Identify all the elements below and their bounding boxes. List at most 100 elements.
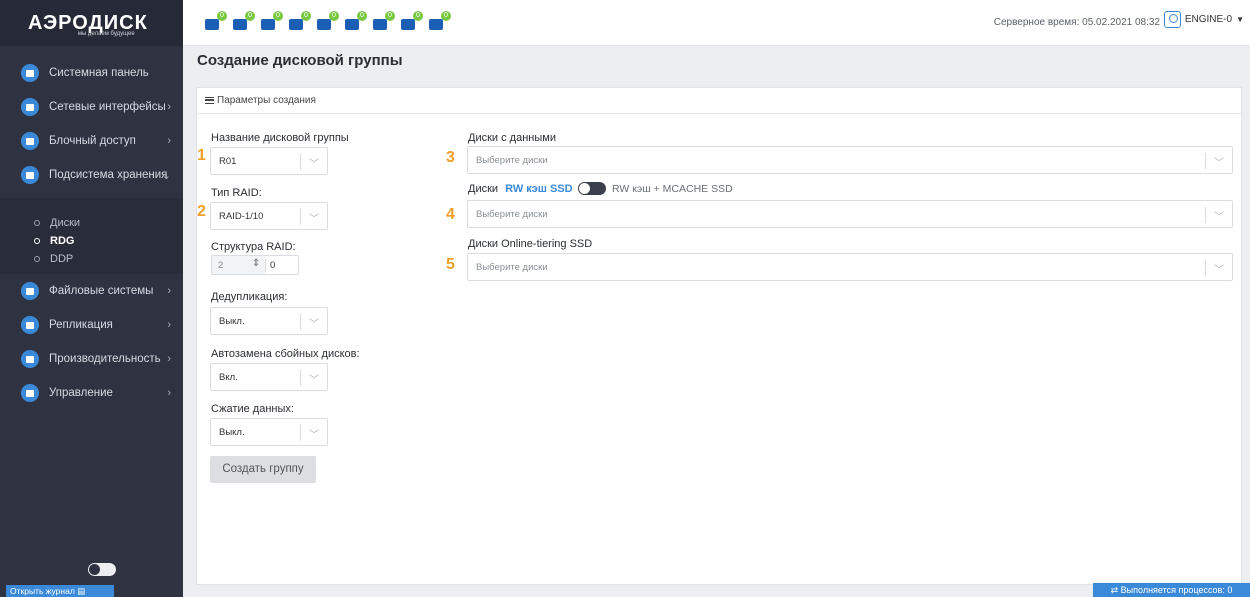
select-value: R01 <box>219 156 237 167</box>
group-name-label: Название дисковой группы <box>211 132 349 144</box>
sensor-icon[interactable]: 0 <box>429 11 451 30</box>
sidebar-subitem-ddp[interactable]: DDP <box>34 250 183 268</box>
network-icon <box>21 98 39 116</box>
cache-disks-select[interactable]: Выберите диски ﹀ <box>467 200 1233 228</box>
chevron-down-icon: ﹀ <box>1214 158 1224 169</box>
gears-icon <box>21 282 39 300</box>
sidebar-item-label: Управление <box>49 387 113 399</box>
raid-struct-value-1: 2 <box>218 260 224 271</box>
status-badge: 0 <box>329 11 339 21</box>
chart-icon <box>21 350 39 368</box>
cache-mode-toggle[interactable] <box>578 182 606 195</box>
bullet-icon <box>34 256 40 262</box>
block-icon <box>21 132 39 150</box>
sidebar-item-label: Репликация <box>49 319 113 331</box>
chevron-right-icon: › <box>167 387 171 399</box>
sidebar-subitem-disks[interactable]: Диски <box>34 214 183 232</box>
chevron-down-icon: ﹀ <box>1214 212 1224 223</box>
chevron-down-icon: ﹀ <box>309 214 319 225</box>
logo[interactable]: АЭРОДИСК мы делаем будущее <box>0 0 183 46</box>
sidebar-item-dashboard[interactable]: Системная панель <box>0 56 183 90</box>
logo-tagline: мы делаем будущее <box>77 31 135 37</box>
autoreplace-label: Автозамена сбойных дисков: <box>211 348 360 360</box>
sidebar-item-label: Файловые системы <box>49 285 154 297</box>
marker-4: 4 <box>446 206 455 223</box>
compress-label: Сжатие данных: <box>211 403 294 415</box>
compress-select[interactable]: Выкл. ﹀ <box>210 418 328 446</box>
cache-disks-label: Диски RW кэш SSD <box>468 183 573 195</box>
sidebar-item-label: Системная панель <box>49 67 149 79</box>
raid-struct-value-2[interactable]: 0 <box>270 260 275 271</box>
marker-5: 5 <box>446 256 455 273</box>
chevron-right-icon: › <box>167 285 171 297</box>
monitor-icon[interactable]: 0 <box>373 11 395 30</box>
memory-icon[interactable]: 0 <box>317 11 339 30</box>
sidebar-item-label: Блочный доступ <box>49 135 136 147</box>
topbar: 0 0 0 0 0 0 0 0 0 Серверное время: 05.02… <box>183 0 1250 46</box>
select-placeholder: Выберите диски <box>476 262 548 273</box>
replication-icon <box>21 316 39 334</box>
ram-icon[interactable]: 0 <box>401 11 423 30</box>
network-icon[interactable]: 0 <box>261 11 283 30</box>
sidebar: АЭРОДИСК мы делаем будущее Системная пан… <box>0 0 183 597</box>
chevron-down-icon: ⌄ <box>161 169 171 182</box>
user-icon <box>1163 11 1181 28</box>
sidebar-item-block[interactable]: Блочный доступ › <box>0 124 183 158</box>
sidebar-item-network[interactable]: Сетевые интерфейсы › <box>0 90 183 124</box>
tiering-disks-select[interactable]: Выберите диски ﹀ <box>467 253 1233 281</box>
cache-label-prefix: Диски <box>468 183 499 195</box>
raid-struct-label: Структура RAID: <box>211 241 296 253</box>
sidebar-item-label: Подсистема хранения <box>49 169 168 181</box>
sidebar-item-filesystems[interactable]: Файловые системы › <box>0 274 183 308</box>
status-badge: 0 <box>217 11 227 21</box>
spinner-icon[interactable]: ⇕ <box>252 258 260 269</box>
sidebar-item-replication[interactable]: Репликация › <box>0 308 183 342</box>
wave-icon[interactable]: 0 <box>345 11 367 30</box>
disk-icon[interactable]: 0 <box>233 11 255 30</box>
autoreplace-select[interactable]: Вкл. ﹀ <box>210 363 328 391</box>
storage-icon[interactable]: 0 <box>205 11 227 30</box>
data-disks-label: Диски с данными <box>468 132 556 144</box>
sidebar-item-performance[interactable]: Производительность › <box>0 342 183 376</box>
raid-type-label: Тип RAID: <box>211 187 262 199</box>
status-icons: 0 0 0 0 0 0 0 0 0 <box>205 11 451 30</box>
theme-toggle[interactable] <box>88 563 116 576</box>
sidebar-item-label: Производительность <box>49 353 161 365</box>
chevron-right-icon: › <box>167 101 171 113</box>
sidebar-item-management[interactable]: Управление › <box>0 376 183 410</box>
monitor-icon <box>21 64 39 82</box>
caret-down-icon: ▼ <box>1236 15 1244 24</box>
create-group-button[interactable]: Создать группу <box>210 456 316 483</box>
open-journal-label: Открыть журнал <box>10 586 75 596</box>
status-badge: 0 <box>245 11 255 21</box>
chevron-down-icon: ﹀ <box>309 375 319 386</box>
select-placeholder: Выберите диски <box>476 155 548 166</box>
dedup-select[interactable]: Выкл. ﹀ <box>210 307 328 335</box>
server-time: Серверное время: 05.02.2021 08:32 <box>993 17 1160 28</box>
chevron-right-icon: › <box>167 319 171 331</box>
raid-struct-stepper[interactable]: 2 ⇕ 0 <box>211 255 299 275</box>
data-disks-select[interactable]: Выберите диски ﹀ <box>467 146 1233 174</box>
group-name-select[interactable]: R01 ﹀ <box>210 147 328 175</box>
chevron-down-icon: ﹀ <box>1214 265 1224 276</box>
chevron-down-icon: ﹀ <box>309 319 319 330</box>
toggle-icon <box>21 384 39 402</box>
sidebar-subitem-label: DDP <box>50 253 74 265</box>
cache-mode-active: RW кэш SSD <box>505 183 573 195</box>
processes-indicator[interactable]: ⇄ Выполняется процессов: 0 <box>1093 583 1250 597</box>
user-menu[interactable]: ENGINE-0 ▼ <box>1163 11 1244 28</box>
status-badge: 0 <box>301 11 311 21</box>
network-ports-icon[interactable]: 0 <box>289 11 311 30</box>
open-journal-button[interactable]: Открыть журнал ▤ <box>6 585 114 597</box>
marker-2: 2 <box>197 203 206 220</box>
sidebar-subitem-rdg[interactable]: RDG <box>34 232 183 250</box>
page-title: Создание дисковой группы <box>197 52 403 69</box>
marker-1: 1 <box>197 147 206 164</box>
cache-mode-alt: RW кэш + MCACHE SSD <box>612 183 733 195</box>
status-badge: 0 <box>385 11 395 21</box>
sidebar-item-storage[interactable]: Подсистема хранения ⌄ <box>0 158 183 192</box>
status-badge: 0 <box>357 11 367 21</box>
panel-header-label: Параметры создания <box>217 95 316 106</box>
sidebar-nav: Системная панель Сетевые интерфейсы › Бл… <box>0 46 183 410</box>
raid-type-select[interactable]: RAID-1/10 ﹀ <box>210 202 328 230</box>
